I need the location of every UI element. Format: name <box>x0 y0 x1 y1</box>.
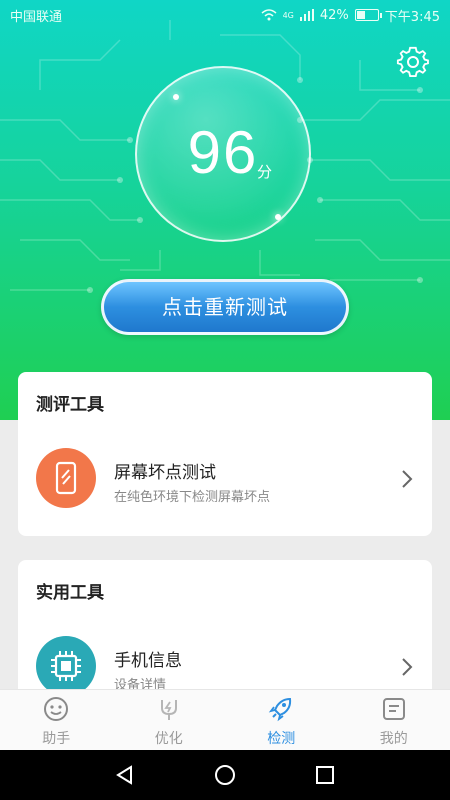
section-title: 实用工具 <box>36 583 104 603</box>
network-type: 4G <box>282 10 294 20</box>
retest-button[interactable]: 点击重新测试 <box>101 279 349 335</box>
recents-icon[interactable] <box>314 764 336 786</box>
sparkle-icon <box>173 94 179 100</box>
tool-row-screen-test[interactable]: 屏幕坏点测试 在纯色环境下检测屏幕坏点 <box>18 448 432 512</box>
battery-percent: 42% <box>319 7 349 23</box>
tool-name: 手机信息 <box>114 651 182 671</box>
tool-name: 屏幕坏点测试 <box>114 463 216 483</box>
wifi-icon <box>261 9 277 21</box>
assistant-icon <box>44 697 69 721</box>
tool-description: 在纯色环境下检测屏幕坏点 <box>114 490 271 505</box>
evaluation-tools-card: 测评工具 屏幕坏点测试 在纯色环境下检测屏幕坏点 <box>18 372 432 536</box>
nav-label: 我的 <box>379 731 408 747</box>
carrier-name: 中国联通 <box>10 9 63 25</box>
score-circle: 96 分 <box>135 66 311 242</box>
nav-label: 助手 <box>42 731 71 747</box>
nav-label: 优化 <box>154 731 183 747</box>
chevron-right-icon <box>402 470 413 488</box>
sparkle-icon <box>275 214 281 220</box>
back-icon[interactable] <box>114 764 136 786</box>
optimize-icon <box>160 700 177 720</box>
hero-header: 中国联通 4G 42% 下午3:45 96 分 点击重新测试 <box>0 0 450 420</box>
score-value: 96 <box>187 119 259 186</box>
section-title: 测评工具 <box>36 395 104 415</box>
nav-item-assistant[interactable]: 助手 <box>0 690 113 750</box>
home-icon[interactable] <box>214 764 236 786</box>
battery-icon <box>354 9 382 21</box>
phone-screen-icon <box>36 448 96 508</box>
score-unit: 分 <box>257 163 273 181</box>
nav-item-profile[interactable]: 我的 <box>338 690 450 750</box>
profile-icon <box>382 698 405 720</box>
bottom-nav: 助手 优化 检测 我的 <box>0 689 450 750</box>
rocket-icon <box>269 697 292 722</box>
chip-icon <box>36 636 96 696</box>
system-navigation-bar <box>0 750 450 800</box>
clock: 下午3:45 <box>384 9 440 25</box>
gear-icon[interactable] <box>396 45 430 79</box>
nav-item-detect[interactable]: 检测 <box>225 690 338 750</box>
nav-label: 检测 <box>267 731 296 747</box>
status-bar: 中国联通 4G 42% 下午3:45 <box>0 0 450 30</box>
signal-icon <box>299 9 314 21</box>
chevron-right-icon <box>402 658 413 676</box>
nav-item-optimize[interactable]: 优化 <box>113 690 226 750</box>
utility-tools-card: 实用工具 手机信息 设备详情 <box>18 560 432 700</box>
